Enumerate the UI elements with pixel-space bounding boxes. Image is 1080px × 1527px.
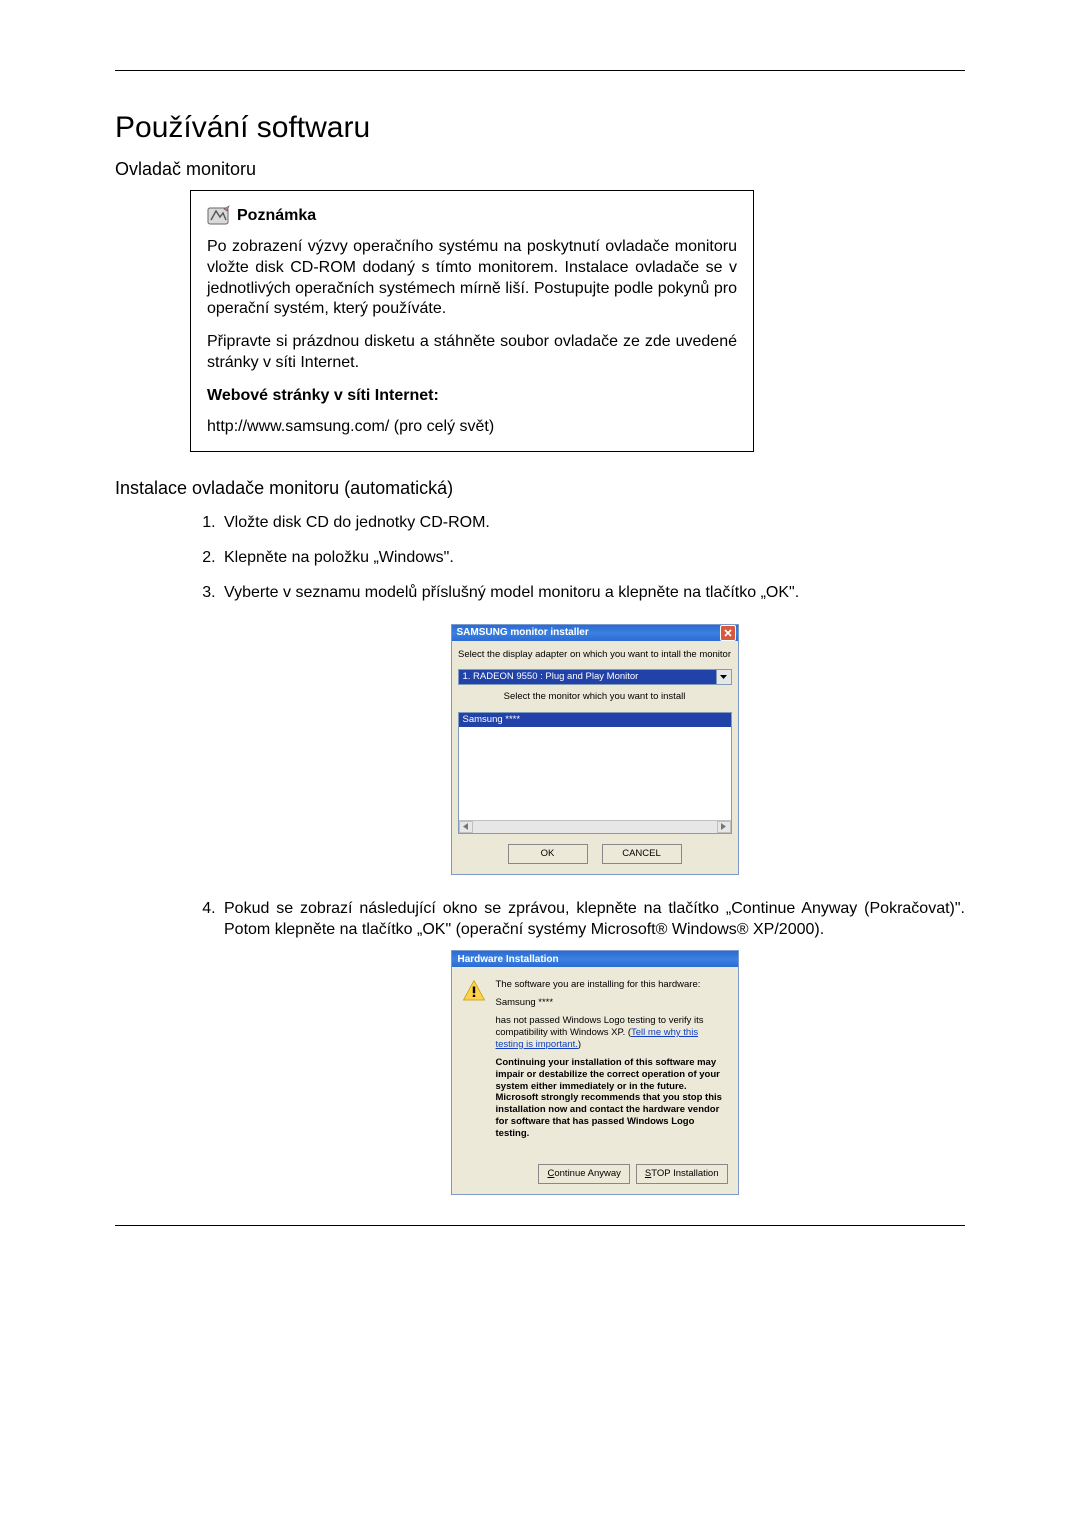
step-1: Vložte disk CD do jednotky CD-ROM. <box>220 513 965 534</box>
samsung-installer-dialog: SAMSUNG monitor installer Select the dis… <box>451 624 739 875</box>
warning-icon <box>462 979 486 1003</box>
dialog-title: SAMSUNG monitor installer <box>457 626 589 639</box>
note-label: Poznámka <box>237 206 316 227</box>
scroll-left-button[interactable] <box>459 821 473 833</box>
ok-button[interactable]: OK <box>508 844 588 864</box>
note-para2: Připravte si prázdnou disketu a stáhněte… <box>207 332 737 374</box>
continue-anyway-button[interactable]: Continue Anyway <box>538 1164 629 1184</box>
monitor-listbox[interactable]: Samsung **** <box>458 712 732 834</box>
section-install-heading: Instalace ovladače monitoru (automatická… <box>115 478 965 499</box>
hw-button-row: Continue Anyway STOP Installation <box>452 1156 738 1194</box>
horizontal-scrollbar[interactable] <box>459 820 731 833</box>
hw-warning-text: Continuing your installation of this sof… <box>496 1057 728 1140</box>
step-2: Klepněte na položku „Windows". <box>220 548 965 569</box>
hw-line1: The software you are installing for this… <box>496 979 728 991</box>
cancel-button[interactable]: CANCEL <box>602 844 682 864</box>
dialog-body: Select the display adapter on which you … <box>452 641 738 874</box>
hw-line2b: ) <box>578 1039 581 1050</box>
page: Používání softwaru Ovladač monitoru Pozn… <box>0 0 1080 1296</box>
hw-title: Hardware Installation <box>458 953 559 966</box>
close-icon <box>724 629 732 637</box>
hw-device: Samsung **** <box>496 997 728 1009</box>
hw-text-column: The software you are installing for this… <box>496 979 728 1146</box>
continue-accel: C <box>547 1168 554 1180</box>
hw-line2: has not passed Windows Logo testing to v… <box>496 1015 728 1051</box>
stop-installation-button[interactable]: STOP Installation <box>636 1164 728 1184</box>
step-3: Vyberte v seznamu modelů příslušný model… <box>220 583 965 875</box>
continue-rest: ontinue Anyway <box>554 1168 621 1180</box>
adapter-label: Select the display adapter on which you … <box>458 649 732 661</box>
step-2-text: Klepněte na položku „Windows". <box>224 548 965 569</box>
step-4: Pokud se zobrazí následující okno se zpr… <box>220 899 965 1195</box>
page-title: Používání softwaru <box>115 111 965 145</box>
chevron-down-icon <box>720 675 727 679</box>
note-para1: Po zobrazení výzvy operačního systému na… <box>207 237 737 320</box>
step-1-text: Vložte disk CD do jednotky CD-ROM. <box>224 513 965 534</box>
section-driver-heading: Ovladač monitoru <box>115 159 965 180</box>
note-header: Poznámka <box>207 205 737 227</box>
adapter-selected-value: 1. RADEON 9550 : Plug and Play Monitor <box>458 669 717 685</box>
dialog-button-row: OK CANCEL <box>458 834 732 864</box>
hw-body: The software you are installing for this… <box>452 967 738 1156</box>
close-button[interactable] <box>720 625 736 641</box>
adapter-select[interactable]: 1. RADEON 9550 : Plug and Play Monitor <box>458 669 732 685</box>
note-url: http://www.samsung.com/ (pro celý svět) <box>207 417 737 438</box>
hardware-installation-dialog: Hardware Installation The software you a… <box>451 950 739 1195</box>
scroll-right-button[interactable] <box>717 821 731 833</box>
step-3-text: Vyberte v seznamu modelů příslušný model… <box>224 583 965 604</box>
top-rule <box>115 70 965 71</box>
bottom-rule <box>115 1225 965 1226</box>
steps-list: Vložte disk CD do jednotky CD-ROM. Klepn… <box>190 513 965 1195</box>
note-box: Poznámka Po zobrazení výzvy operačního s… <box>190 190 754 452</box>
note-para3-label: Webové stránky v síti Internet: <box>207 386 737 407</box>
hw-titlebar: Hardware Installation <box>452 951 738 967</box>
step-4-text: Pokud se zobrazí následující okno se zpr… <box>224 899 965 941</box>
dialog-titlebar: SAMSUNG monitor installer <box>452 625 738 641</box>
monitor-selected-item[interactable]: Samsung **** <box>459 713 731 727</box>
monitor-label: Select the monitor which you want to ins… <box>458 691 732 703</box>
stop-rest: TOP Installation <box>651 1168 718 1180</box>
adapter-dropdown-button[interactable] <box>717 669 732 685</box>
note-icon <box>207 205 231 227</box>
chevron-left-icon <box>463 823 468 830</box>
chevron-right-icon <box>721 823 726 830</box>
